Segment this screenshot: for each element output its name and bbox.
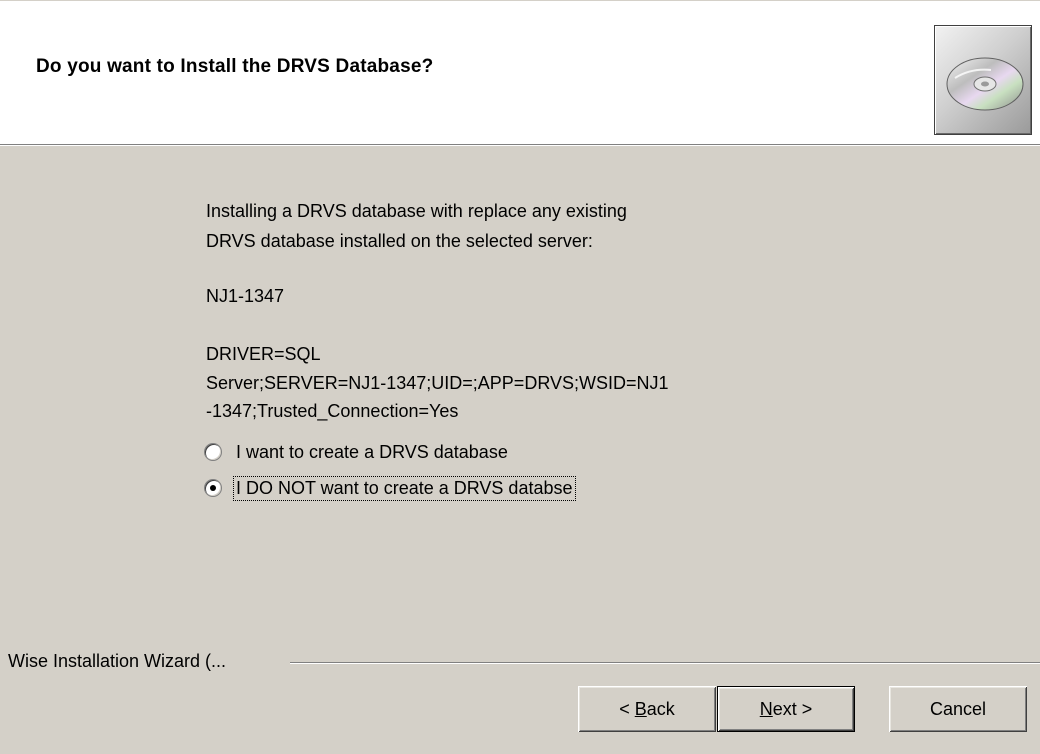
next-mnemonic: N [759,698,773,719]
next-rest: ext > [772,698,813,719]
option-do-not-create-database[interactable]: I DO NOT want to create a DRVS databse [204,475,576,501]
header-divider-highlight [0,145,1040,146]
footer-divider-highlight [290,663,1040,664]
option-label: I DO NOT want to create a DRVS databse [233,475,576,501]
back-mnemonic: B [634,698,647,719]
intro-text-line1: Installing a DRVS database with replace … [206,201,627,221]
server-name: NJ1-1347 [206,286,285,306]
option-create-database[interactable]: I want to create a DRVS database [204,439,510,465]
connection-string-line2: Server;SERVER=NJ1-1347;UID=;APP=DRVS;WSI… [206,373,669,393]
option-label: I want to create a DRVS database [236,441,508,462]
radio-dot-icon [210,485,216,491]
wizard-header: Do you want to Install the DRVS Database… [0,0,1040,145]
next-button[interactable]: Next > [717,686,855,732]
cancel-button[interactable]: Cancel [889,686,1027,732]
wizard-brand-label: Wise Installation Wizard (... [8,651,233,672]
back-button[interactable]: < Back [578,686,716,732]
radio-button-selected[interactable] [204,479,222,497]
radio-button[interactable] [204,443,222,461]
page-title: Do you want to Install the DRVS Database… [36,56,434,77]
back-prefix: < [619,698,635,719]
installer-dialog: Do you want to Install the DRVS Database… [0,0,1040,754]
back-rest: ack [646,698,675,719]
intro-text-line2: DRVS database installed on the selected … [206,231,593,251]
connection-string-line1: DRIVER=SQL [206,344,321,364]
cd-disc-icon [934,25,1032,135]
connection-string-line3: -1347;Trusted_Connection=Yes [206,401,459,421]
